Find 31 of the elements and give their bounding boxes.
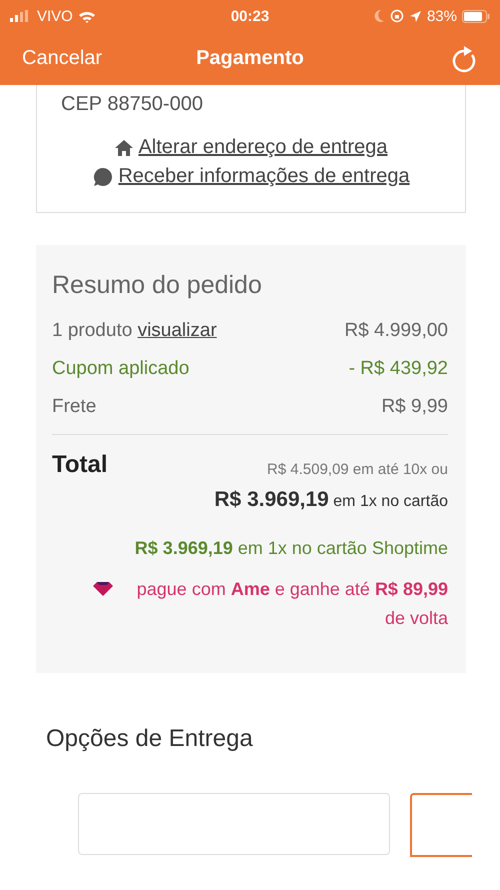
address-cep: CEP 88750-000 (61, 93, 204, 116)
delivery-link[interactable]: Alterar endereço de entrega (138, 136, 388, 159)
installment-price: R$ 4.509,09 em até 10x ou (267, 461, 448, 478)
summary-label: Frete (52, 396, 96, 417)
summary-value: R$ 4.999,00 (344, 320, 448, 342)
battery-percent: 83% (426, 8, 457, 24)
rotation-lock-icon (390, 9, 404, 23)
battery-icon (462, 10, 490, 22)
chat-icon (92, 166, 114, 188)
page-title: Pagamento (195, 47, 305, 70)
cash-price: R$ 3.969,19 em 1x no cartão (214, 488, 448, 512)
delivery-link[interactable]: Receber informações de entrega (118, 165, 410, 188)
home-icon (114, 138, 134, 156)
summary-value: R$ 9,99 (381, 396, 448, 418)
moon-icon (372, 9, 385, 23)
delivery-option-card[interactable] (410, 792, 472, 857)
store-card-price: R$ 3.969,19 em 1x no cartão Shoptime (134, 538, 448, 559)
view-link[interactable]: visualizar (138, 320, 217, 341)
cashback-offer: pague com Ame e ganhe até R$ 89,99 de volta (136, 578, 448, 630)
summary-value: - R$ 439,92 (348, 358, 448, 380)
delivery-title: Opções de Entrega (46, 724, 254, 753)
summary-label: 1 produto (52, 320, 132, 341)
location-icon (408, 10, 422, 22)
summary-label: Cupom aplicado (52, 358, 190, 379)
carrier-name: VIVO (37, 8, 73, 24)
wifi-icon (78, 10, 96, 22)
refresh-icon[interactable] (452, 44, 478, 72)
summary-title: Resumo do pedido (52, 271, 263, 300)
total-label: Total (52, 451, 108, 480)
gem-icon (92, 581, 114, 597)
status-time: 00:23 (230, 8, 270, 24)
